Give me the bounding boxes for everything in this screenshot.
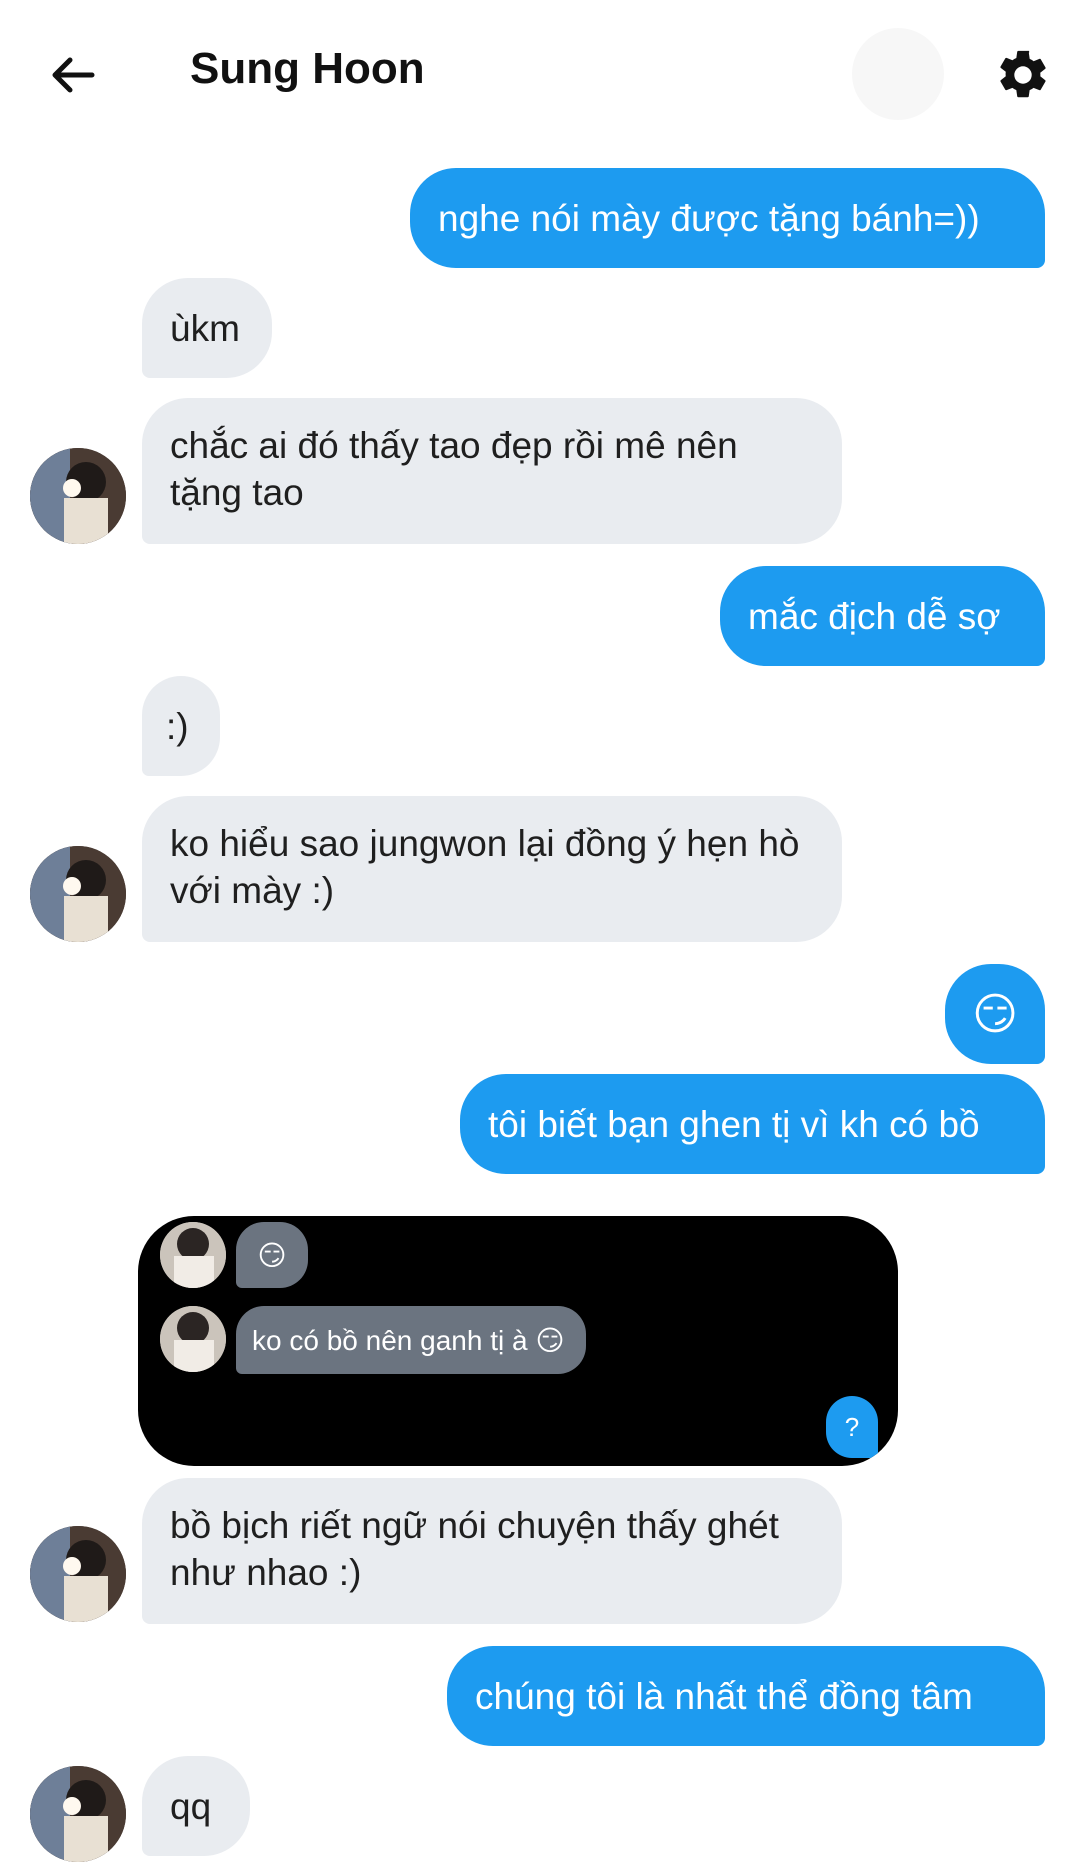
embedded-message-outgoing: ? [826,1396,878,1458]
message-text: ko hiểu sao jungwon lại đồng ý hẹn hò vớ… [170,823,800,911]
message-incoming[interactable]: ùkm [142,278,272,378]
faded-avatar [852,28,944,120]
smirk-emoji: 😏 [972,989,1018,1039]
message-text: bồ bịch riết ngữ nói chuyện thấy ghét nh… [170,1505,779,1593]
message-text: mắc địch dễ sợ [748,595,1001,637]
message-text: qq [170,1785,212,1827]
message-outgoing[interactable]: nghe nói mày được tặng bánh=)) [410,168,1045,268]
profile-photo-icon [30,448,126,544]
contact-avatar[interactable] [30,1526,126,1622]
embedded-screenshot[interactable]: 😏 ko có bồ nên ganh tị à 😏 ? [138,1216,898,1466]
message-text: tôi biết bạn ghen tị vì kh có bồ [488,1103,980,1145]
chat-header: Sung Hoon [0,0,1080,150]
message-text: :) [166,705,189,747]
conversation-title: Sung Hoon [190,44,425,93]
embedded-message-incoming: 😏 [236,1222,308,1288]
contact-avatar[interactable] [30,448,126,544]
gear-icon [1000,50,1046,98]
arrow-left-icon [52,57,95,93]
back-button[interactable] [46,48,100,102]
embedded-message-text: 😏 [257,1239,287,1271]
message-incoming[interactable]: chắc ai đó thấy tao đẹp rồi mê nên tặng … [142,398,842,544]
message-outgoing[interactable]: chúng tôi là nhất thể đồng tâm [447,1646,1045,1746]
profile-photo-icon [30,1766,126,1862]
message-outgoing[interactable]: tôi biết bạn ghen tị vì kh có bồ [460,1074,1045,1174]
profile-photo-icon [160,1306,226,1372]
message-text: nghe nói mày được tặng bánh=)) [438,197,980,239]
message-text: chúng tôi là nhất thể đồng tâm [475,1675,973,1717]
message-incoming[interactable]: bồ bịch riết ngữ nói chuyện thấy ghét nh… [142,1478,842,1624]
embedded-avatar [160,1306,226,1372]
profile-photo-icon [30,846,126,942]
embedded-message-text: ? [844,1411,860,1442]
embedded-message-text: ko có bồ nên ganh tị à 😏 [252,1324,565,1356]
message-incoming[interactable]: ko hiểu sao jungwon lại đồng ý hẹn hò vớ… [142,796,842,942]
message-outgoing[interactable]: mắc địch dễ sợ [720,566,1045,666]
message-text: chắc ai đó thấy tao đẹp rồi mê nên tặng … [170,425,738,513]
message-incoming[interactable]: qq [142,1756,250,1856]
settings-button[interactable] [994,46,1052,104]
message-text: ùkm [170,307,240,349]
message-outgoing[interactable]: 😏 [945,964,1045,1064]
contact-avatar[interactable] [30,1766,126,1862]
contact-avatar[interactable] [30,846,126,942]
profile-photo-icon [30,1526,126,1622]
message-incoming[interactable]: :) [142,676,220,776]
profile-photo-icon [160,1222,226,1288]
embedded-avatar [160,1222,226,1288]
embedded-message-incoming: ko có bồ nên ganh tị à 😏 [236,1306,586,1374]
